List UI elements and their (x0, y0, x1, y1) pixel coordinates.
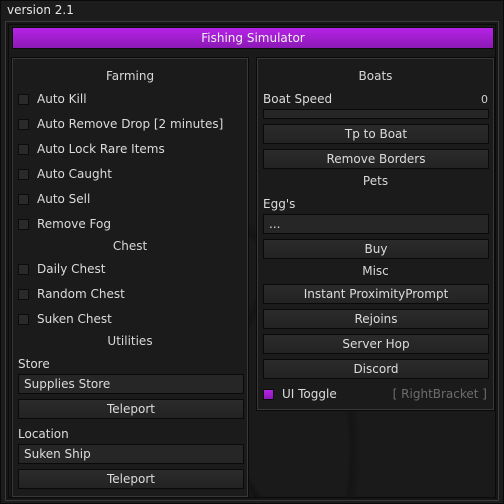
left-panel: Farming Auto Kill Auto Remove Drop [2 mi… (11, 57, 249, 498)
toggle-suken-chest[interactable]: Suken Chest (18, 311, 112, 327)
utilities-header: Utilities (107, 334, 153, 348)
checkbox[interactable] (18, 313, 29, 325)
toggle-ui-toggle[interactable]: UI Toggle (263, 386, 337, 402)
misc-header: Misc (362, 264, 389, 278)
instant-proximityprompt-button[interactable]: Instant ProximityPrompt (263, 284, 489, 304)
toggle-label: Auto Caught (37, 167, 112, 181)
checkbox[interactable] (18, 93, 29, 105)
checkbox[interactable] (263, 388, 274, 400)
pets-header: Pets (362, 174, 389, 188)
boat-speed-value: 0 (481, 93, 488, 106)
toggle-auto-lock-rare-items[interactable]: Auto Lock Rare Items (18, 141, 165, 157)
chest-header: Chest (112, 239, 148, 253)
toggle-auto-caught[interactable]: Auto Caught (18, 166, 112, 182)
checkbox[interactable] (18, 218, 29, 230)
checkbox[interactable] (18, 168, 29, 180)
checkbox[interactable] (18, 193, 29, 205)
boat-speed-slider[interactable] (263, 109, 489, 119)
rejoins-button[interactable]: Rejoins (263, 309, 489, 329)
toggle-label: Suken Chest (37, 312, 112, 326)
checkbox[interactable] (18, 143, 29, 155)
title-bar[interactable]: Fishing Simulator (12, 27, 494, 49)
remove-borders-button[interactable]: Remove Borders (263, 149, 489, 169)
checkbox[interactable] (18, 263, 29, 275)
toggle-label: Auto Sell (37, 192, 91, 206)
store-dropdown[interactable]: Supplies Store (18, 374, 244, 394)
toggle-label: Auto Lock Rare Items (37, 142, 165, 156)
location-teleport-button[interactable]: Teleport (18, 469, 244, 489)
toggle-auto-remove-drop[interactable]: Auto Remove Drop [2 minutes] (18, 116, 223, 132)
checkbox[interactable] (18, 118, 29, 130)
ui-toggle-keybind[interactable]: [ RightBracket ] (393, 387, 487, 401)
toggle-daily-chest[interactable]: Daily Chest (18, 261, 106, 277)
farming-header: Farming (105, 69, 155, 83)
toggle-label: Random Chest (37, 287, 125, 301)
buy-button[interactable]: Buy (263, 239, 489, 259)
boat-speed-label: Boat Speed (263, 92, 333, 106)
toggle-remove-fog[interactable]: Remove Fog (18, 216, 111, 232)
store-label: Store (18, 357, 50, 371)
location-dropdown[interactable]: Suken Ship (18, 444, 244, 464)
discord-button[interactable]: Discord (263, 359, 489, 379)
eggs-dropdown[interactable]: ... (263, 214, 489, 234)
checkbox[interactable] (18, 288, 29, 300)
boats-header: Boats (358, 69, 393, 83)
eggs-label: Egg's (263, 197, 296, 211)
server-hop-button[interactable]: Server Hop (263, 334, 489, 354)
tp-to-boat-button[interactable]: Tp to Boat (263, 124, 489, 144)
toggle-label: Remove Fog (37, 217, 111, 231)
toggle-label: Daily Chest (37, 262, 106, 276)
toggle-label: Auto Remove Drop [2 minutes] (37, 117, 224, 131)
right-panel: Boats Boat Speed 0 Tp to Boat Remove Bor… (256, 57, 495, 411)
toggle-random-chest[interactable]: Random Chest (18, 286, 125, 302)
toggle-auto-kill[interactable]: Auto Kill (18, 91, 87, 107)
toggle-label: UI Toggle (282, 387, 337, 401)
store-teleport-button[interactable]: Teleport (18, 399, 244, 419)
toggle-label: Auto Kill (37, 92, 87, 106)
app-window: version 2.1 Fishing Simulator Farming Au… (0, 0, 504, 504)
toggle-auto-sell[interactable]: Auto Sell (18, 191, 90, 207)
location-label: Location (18, 427, 69, 441)
version-label: version 2.1 (7, 3, 74, 17)
